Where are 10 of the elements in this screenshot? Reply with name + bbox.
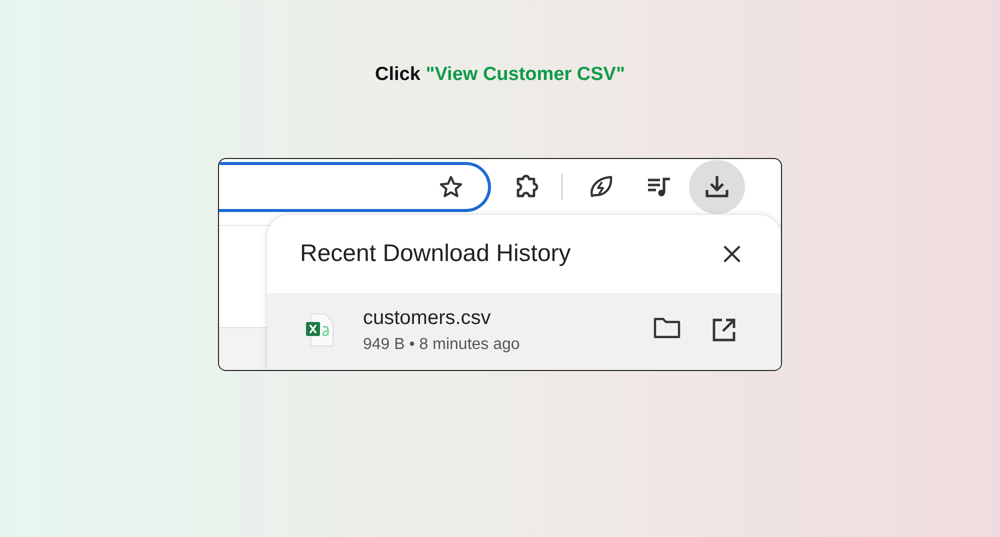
spreadsheet-file-icon — [305, 313, 335, 347]
instruction-text: Click "View Customer CSV" — [375, 64, 625, 86]
download-item[interactable]: customers.csv 949 B • 8 minutes ago — [267, 293, 781, 370]
bookmark-star-icon[interactable] — [438, 174, 464, 200]
panel-title: Recent Download History — [300, 240, 571, 268]
file-details: 949 B • 8 minutes ago — [363, 336, 521, 354]
address-bar[interactable] — [219, 162, 491, 212]
open-external-icon — [711, 317, 737, 343]
folder-icon — [653, 317, 681, 339]
file-name: customers.csv — [363, 307, 492, 330]
